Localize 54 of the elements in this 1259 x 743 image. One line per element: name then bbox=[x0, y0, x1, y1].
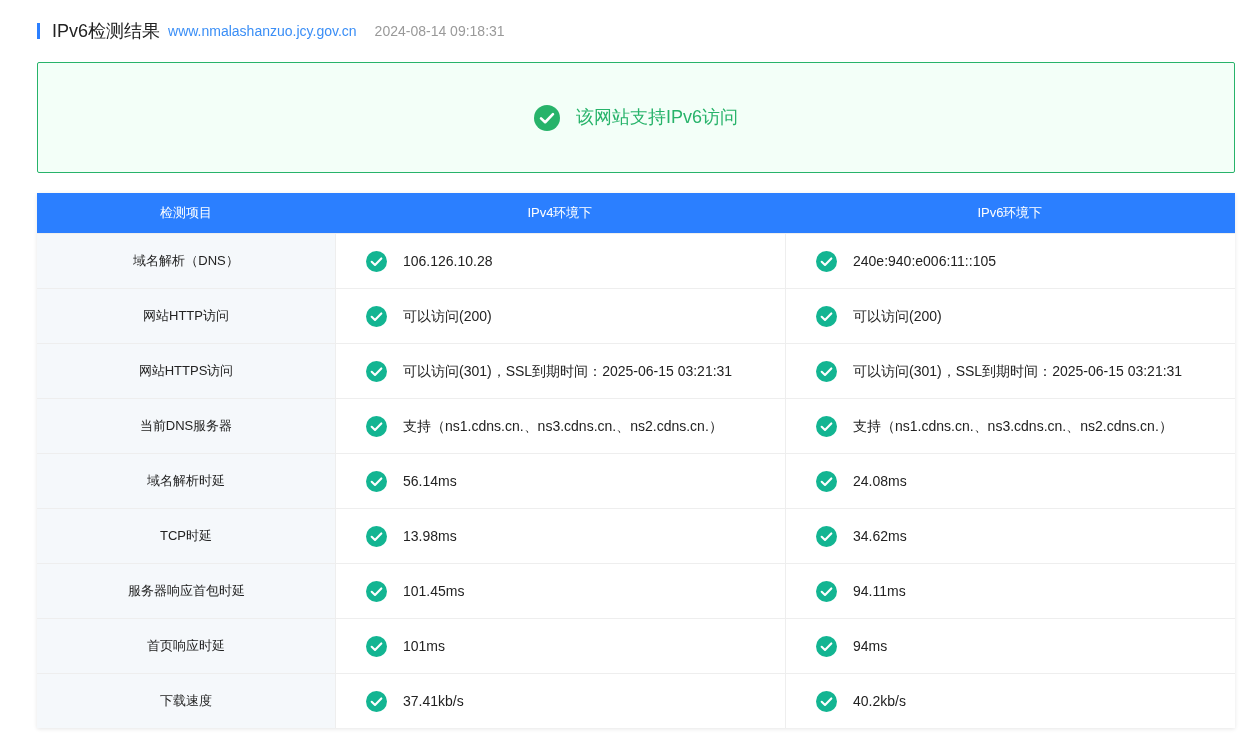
table-cell: 首页响应时延 bbox=[37, 619, 335, 673]
cell-value: 可以访问(301)，SSL到期时间：2025-06-15 03:21:31 bbox=[853, 361, 1183, 381]
table-cell: 域名解析时延 bbox=[37, 454, 335, 508]
check-circle-icon bbox=[366, 690, 387, 712]
check-circle-icon bbox=[366, 305, 387, 327]
cell-value: 106.126.10.28 bbox=[403, 251, 493, 271]
accent-bar bbox=[37, 23, 40, 39]
table-cell: 下载速度 bbox=[37, 674, 335, 728]
check-circle-icon bbox=[816, 250, 837, 272]
cell-value: 94.11ms bbox=[853, 581, 906, 601]
cell-value: 支持（ns1.cdns.cn.、ns3.cdns.cn.、ns2.cdns.cn.） bbox=[403, 416, 723, 436]
table-cell: 网站HTTP访问 bbox=[37, 289, 335, 343]
cell-value: 56.14ms bbox=[403, 471, 457, 491]
check-circle-icon bbox=[366, 525, 387, 547]
domain-link[interactable]: www.nmalashanzuo.jcy.gov.cn bbox=[168, 20, 357, 42]
table-cell: 服务器响应首包时延 bbox=[37, 564, 335, 618]
cell-value: 34.62ms bbox=[853, 526, 907, 546]
cell-value: 可以访问(200) bbox=[853, 306, 942, 326]
table-cell: 当前DNS服务器 bbox=[37, 399, 335, 453]
cell-value: 101.45ms bbox=[403, 581, 465, 601]
cell-value: 101ms bbox=[403, 636, 446, 656]
cell-value: 240e:940:e006:11::105 bbox=[853, 251, 996, 271]
check-circle-icon bbox=[816, 690, 837, 712]
check-circle-icon bbox=[816, 635, 837, 657]
cell-value: 24.08ms bbox=[853, 471, 907, 491]
result-message: 该网站支持IPv6访问 bbox=[576, 106, 738, 129]
cell-value: 可以访问(301)，SSL到期时间：2025-06-15 03:21:31 bbox=[403, 361, 733, 381]
check-circle-icon bbox=[366, 360, 387, 382]
table-cell: 网站HTTPS访问 bbox=[37, 344, 335, 398]
cell-value: 支持（ns1.cdns.cn.、ns3.cdns.cn.、ns2.cdns.cn.） bbox=[853, 416, 1173, 436]
check-circle-icon bbox=[366, 415, 387, 437]
column-header: IPv6环境下 bbox=[785, 193, 1235, 233]
cell-value: 94ms bbox=[853, 636, 888, 656]
check-circle-icon bbox=[366, 470, 387, 492]
column-header: 检测项目 bbox=[37, 193, 335, 233]
check-circle-icon bbox=[366, 635, 387, 657]
cell-value: 13.98ms bbox=[403, 526, 457, 546]
cell-value: 可以访问(200) bbox=[403, 306, 492, 326]
check-circle-icon bbox=[366, 580, 387, 602]
cell-value: 37.41kb/s bbox=[403, 691, 464, 711]
check-time: 2024-08-14 09:18:31 bbox=[374, 21, 505, 41]
table-cell: 域名解析（DNS） bbox=[37, 234, 335, 288]
page-title: IPv6检测结果 bbox=[52, 19, 161, 43]
check-circle-icon bbox=[816, 305, 837, 327]
check-circle-icon bbox=[816, 360, 837, 382]
table-cell: TCP时延 bbox=[37, 509, 335, 563]
check-circle-icon bbox=[534, 104, 560, 131]
check-circle-icon bbox=[816, 525, 837, 547]
check-circle-icon bbox=[816, 580, 837, 602]
cell-value: 40.2kb/s bbox=[853, 691, 906, 711]
check-circle-icon bbox=[366, 250, 387, 272]
column-header: IPv4环境下 bbox=[335, 193, 785, 233]
check-circle-icon bbox=[816, 415, 837, 437]
check-circle-icon bbox=[816, 470, 837, 492]
